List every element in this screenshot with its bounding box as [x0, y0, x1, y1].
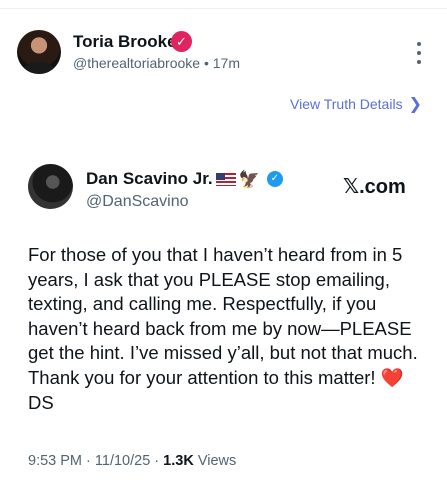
post-time: 17m	[212, 55, 240, 71]
views-label: Views	[193, 453, 237, 469]
x-author-name[interactable]: Dan Scavino Jr.	[86, 169, 213, 189]
heart-icon: ❤️	[380, 366, 404, 388]
embedded-x-post[interactable]: Dan Scavino Jr. 🦅 ✓ @DanScavino 𝕏.com Fo…	[0, 135, 447, 500]
x-post-body: For those of you that I haven’t heard fr…	[28, 243, 428, 415]
view-truth-details-link[interactable]: View Truth Details ❯	[290, 94, 422, 114]
view-truth-details-label: View Truth Details	[290, 96, 403, 112]
x-verified-badge-icon: ✓	[266, 171, 283, 187]
x-author-handle[interactable]: @DanScavino	[86, 193, 189, 211]
verified-badge-icon: ✓	[171, 31, 192, 52]
eagle-icon: 🦅	[238, 169, 260, 189]
x-post-date[interactable]: 11/10/25	[95, 453, 150, 469]
x-avatar[interactable]	[28, 164, 73, 209]
x-logo-icon[interactable]: 𝕏.com	[343, 174, 406, 199]
author-handle[interactable]: @therealtoriabrooke	[73, 55, 200, 71]
truth-post-header: Toria Brooke ✓ @therealtoriabrooke • 17m	[17, 30, 427, 76]
x-post-signature: DS	[28, 391, 54, 413]
x-post-time[interactable]: 9:53 PM	[28, 453, 82, 469]
us-flag-icon	[215, 172, 236, 186]
x-author-name-row: Dan Scavino Jr. 🦅 ✓	[86, 169, 283, 189]
meta-dot: ·	[82, 453, 95, 469]
chevron-right-icon: ❯	[408, 96, 422, 113]
author-meta: @therealtoriabrooke • 17m	[73, 55, 240, 71]
x-post-meta: 9:53 PM · 11/10/25 · 1.3K Views	[28, 453, 236, 469]
top-divider	[0, 0, 447, 9]
avatar[interactable]	[17, 30, 61, 74]
meta-separator: •	[203, 55, 209, 71]
more-options-icon[interactable]	[415, 42, 423, 64]
x-post-text: For those of you that I haven’t heard fr…	[28, 244, 418, 388]
views-count: 1.3K	[163, 453, 194, 469]
meta-dot: ·	[150, 453, 164, 469]
author-name[interactable]: Toria Brooke	[73, 32, 177, 52]
